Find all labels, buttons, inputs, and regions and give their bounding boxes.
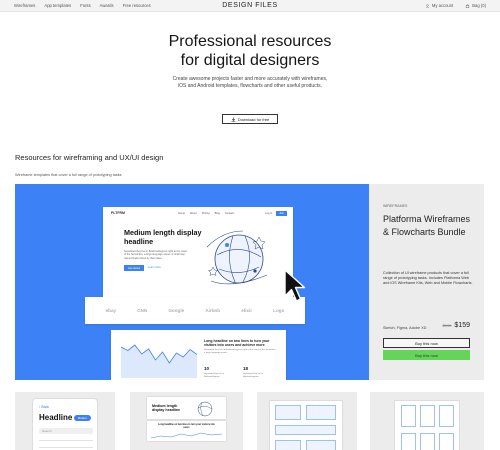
mock-stats-paragraph: Separated they live in Bookmarksgrove ri… xyxy=(204,349,277,354)
mock-chart-area xyxy=(121,345,197,378)
my-account-label: My account xyxy=(431,3,454,8)
old-price: $198 xyxy=(442,323,452,328)
bag-label: Bag (0) xyxy=(472,3,486,8)
mock-logo: PLTFRM xyxy=(111,211,125,215)
mobile-search-field: Search xyxy=(39,428,93,434)
mock-learn-more-link: Learn more xyxy=(148,266,161,269)
flowchart-mockup xyxy=(394,400,460,450)
product-thumbnail-web[interactable]: Medium length display headline Long head… xyxy=(130,392,243,450)
hero-title: Professional resources for digital desig… xyxy=(0,32,500,70)
mock-stat-label: Separated they live in Bookmarksgrove xyxy=(243,373,263,378)
flowchart-node xyxy=(439,433,454,450)
download-for-free-button[interactable]: Download for free xyxy=(222,114,278,124)
mini-chart-icon xyxy=(151,432,222,439)
hero-title-line-1: Professional resources xyxy=(168,33,332,50)
web-mockup-hero: Medium length display headline xyxy=(147,397,226,419)
product-thumbnail-flowchart[interactable] xyxy=(370,392,484,450)
mobile-divider xyxy=(39,447,93,448)
mobile-headline: Headline xyxy=(39,413,73,422)
mock-stat-label: Separated they live in Bookmarksgrove xyxy=(204,373,224,378)
mouse-cursor-icon xyxy=(284,269,306,302)
mobile-back-label: Back xyxy=(41,405,50,409)
mock-brand-logo: Airbnb xyxy=(205,308,221,313)
mock-area-chart xyxy=(121,344,197,378)
mock-login-link: Log in xyxy=(265,212,273,215)
current-price: $159 xyxy=(454,322,470,329)
nav-account-area: My account Bag (0) xyxy=(425,3,486,8)
wireframe-block xyxy=(275,405,301,420)
wireframe-block xyxy=(306,405,336,420)
mock-stats-section: Long headline on two lines to turn your … xyxy=(111,330,286,380)
flowchart-node xyxy=(420,433,435,450)
mock-menu-item: About xyxy=(189,212,197,215)
product-title[interactable]: Platforma Wireframes & Flowcharts Bundle xyxy=(383,213,475,238)
mock-menu-item: Pricing xyxy=(201,212,210,215)
product-formats: Sketch, Figma, Adobe XD xyxy=(383,326,427,330)
section-title: Resources for wireframing and UX/UI desi… xyxy=(15,153,164,162)
mock-stat-number: 10 xyxy=(204,366,210,371)
hero-title-line-2: for digital designers xyxy=(180,52,320,69)
hero-subtitle: Create awesome projects faster and more … xyxy=(172,76,328,89)
download-icon xyxy=(231,117,236,122)
mock-paragraph: Separated they live in Bookmarksgrove ri… xyxy=(124,250,187,260)
feature-info-panel: WIREFRAMES Platforma Wireframes & Flowch… xyxy=(369,184,484,380)
mock-menu: Home About Pricing Blog Contact xyxy=(178,212,234,215)
web-mockup-stats: Long headline on two lines to turn your … xyxy=(147,421,226,441)
download-button-label: Download for free xyxy=(237,116,270,122)
flowchart-node xyxy=(401,433,416,450)
mock-login-area: Log in Join xyxy=(265,211,287,216)
mock-website-hero: PLTFRM Home About Pricing Blog Contact L… xyxy=(103,207,293,297)
globe-illustration-icon xyxy=(197,401,213,417)
wireframe-block xyxy=(275,425,336,435)
flowchart-node xyxy=(420,405,435,427)
mobile-button: Button xyxy=(74,415,91,421)
mock-menu-item: Blog xyxy=(214,212,220,215)
mock-menu-item: Home xyxy=(178,212,185,215)
wireframe-mockup xyxy=(269,400,343,450)
globe-illustration-icon xyxy=(206,230,268,285)
wireframe-block xyxy=(306,440,336,450)
mock-join-button: Join xyxy=(276,211,287,216)
product-thumbnail-mobile[interactable]: ‹ Back Headline Button Search xyxy=(15,392,115,450)
mock-menu-item: Contact xyxy=(224,212,234,215)
product-price: $198 $159 xyxy=(443,322,470,329)
wireframe-block xyxy=(275,440,301,450)
feature-preview-image[interactable]: PLTFRM Home About Pricing Blog Contact L… xyxy=(15,184,369,380)
mock-brand-logo: ebay xyxy=(105,308,117,313)
bag-link[interactable]: Bag (0) xyxy=(465,3,486,8)
mock-brand-logo: elixir xyxy=(241,308,253,313)
flowchart-node xyxy=(401,405,416,427)
mock-brand-logo: Logo xyxy=(273,308,285,313)
top-navigation: Wireframes App templates Fonts Awards Fr… xyxy=(0,0,500,12)
flowchart-node xyxy=(439,405,454,427)
my-account-link[interactable]: My account xyxy=(425,3,453,8)
buy-now-button[interactable]: Buy this now xyxy=(383,350,470,360)
product-category: WIREFRAMES xyxy=(383,204,408,208)
mobile-mockup: ‹ Back Headline Button Search xyxy=(32,398,98,450)
user-icon xyxy=(425,3,430,8)
details-button[interactable]: Buy this now xyxy=(383,338,470,348)
mobile-back-link: ‹ Back xyxy=(39,405,50,409)
mock-brand-logo: CNN xyxy=(137,308,148,313)
mock-stat-number: 18 xyxy=(243,366,249,371)
web-mockup-stats-headline: Long headline on two lines to turn your … xyxy=(158,424,215,429)
mock-headline: Medium length display headline xyxy=(124,228,202,246)
mobile-divider xyxy=(39,440,93,441)
mock-cta-button: Get started xyxy=(124,265,144,271)
web-mockup-headline: Medium length display headline xyxy=(152,404,180,413)
bag-icon xyxy=(466,3,470,8)
mock-stats-headline: Long headline on two lines to turn your … xyxy=(204,339,270,348)
mock-logo-strip: ebay CNN Google Airbnb elixir Logo xyxy=(85,297,305,324)
mock-brand-logo: Google xyxy=(168,308,185,313)
section-subtitle: Wireframe templates that cover a full ra… xyxy=(15,173,122,177)
product-thumbnail-wireframe[interactable] xyxy=(257,392,357,450)
product-description: Collection of UI wireframe products that… xyxy=(383,271,473,286)
